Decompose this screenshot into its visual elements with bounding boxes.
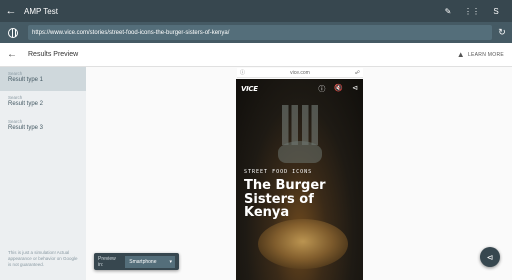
story-kicker: STREET FOOD ICONS (244, 169, 313, 175)
app-title: AMP Test (24, 6, 58, 16)
sidebar-item-value: Result type 2 (8, 101, 44, 107)
url-bar: https://www.vice.com/stories/street-food… (0, 22, 512, 43)
account-avatar[interactable]: S (488, 3, 504, 19)
share-fab[interactable]: ⊲ (480, 247, 500, 267)
device-selected-value: Smartphone (129, 258, 157, 265)
share-icon: ⊲ (486, 252, 494, 262)
globe-icon (8, 27, 18, 38)
fork-image (282, 105, 318, 145)
info-icon[interactable]: ⓘ (318, 84, 325, 94)
sidebar-item-result-type-3[interactable]: Search Result type 3 (0, 115, 86, 139)
sidebar-item-value: Result type 3 (8, 125, 44, 131)
arrow-back-icon[interactable]: ← (0, 5, 22, 17)
share-icon[interactable]: ⊲ (352, 84, 358, 94)
device-selector-bar: Preview in: Smartphone ▾ (94, 253, 179, 270)
results-header: ← Results Preview ▲ LEARN MORE (0, 43, 512, 67)
info-icon[interactable]: ⓘ (240, 69, 245, 76)
disclaimer-text: This is just a simulation! Actual appear… (8, 250, 78, 267)
story-controls: ⓘ 🔇 ⊲ (318, 84, 358, 94)
sidebar-item-label: Search (8, 71, 23, 76)
story-preview[interactable]: VICE ⓘ 🔇 ⊲ STREET FOOD ICONS The Burger … (236, 79, 363, 280)
arrow-back-icon[interactable]: ← (0, 49, 24, 60)
sidebar-item-label: Search (8, 119, 23, 124)
preview-domain: vice.com (290, 69, 310, 76)
apps-grid-icon[interactable]: ⋮⋮ (464, 3, 480, 19)
sidebar-item-value: Result type 1 (8, 77, 44, 83)
story-headline: The Burger Sisters of Kenya (244, 178, 326, 221)
link-icon[interactable]: ☍ (355, 70, 360, 76)
sidebar-item-result-type-2[interactable]: Search Result type 2 (0, 91, 86, 115)
learn-more-label: LEARN MORE (467, 51, 504, 58)
school-cap-icon: ▲ (456, 50, 465, 59)
fork-base-image (278, 141, 322, 163)
learn-more-button[interactable]: ▲ LEARN MORE (457, 50, 504, 59)
mute-icon[interactable]: 🔇 (334, 84, 343, 94)
device-label: Preview in: (98, 255, 116, 268)
phone-address-bar: ⓘ vice.com ☍ (237, 68, 363, 78)
result-type-sidebar: Search Result type 1 Search Result type … (0, 67, 86, 280)
refresh-icon[interactable]: ↻ (492, 27, 512, 38)
app-header: ← AMP Test ✎ ⋮⋮ S (0, 0, 512, 22)
page-title: Results Preview (28, 51, 79, 58)
burger-image (258, 219, 348, 269)
sidebar-item-result-type-1[interactable]: Search Result type 1 (0, 67, 86, 91)
feedback-icon[interactable]: ✎ (440, 3, 456, 19)
vice-logo: VICE (241, 85, 258, 93)
device-select[interactable]: Smartphone ▾ (125, 255, 175, 268)
dropdown-icon: ▾ (169, 258, 172, 265)
url-field[interactable]: https://www.vice.com/stories/street-food… (28, 25, 492, 40)
sidebar-item-label: Search (8, 95, 23, 100)
